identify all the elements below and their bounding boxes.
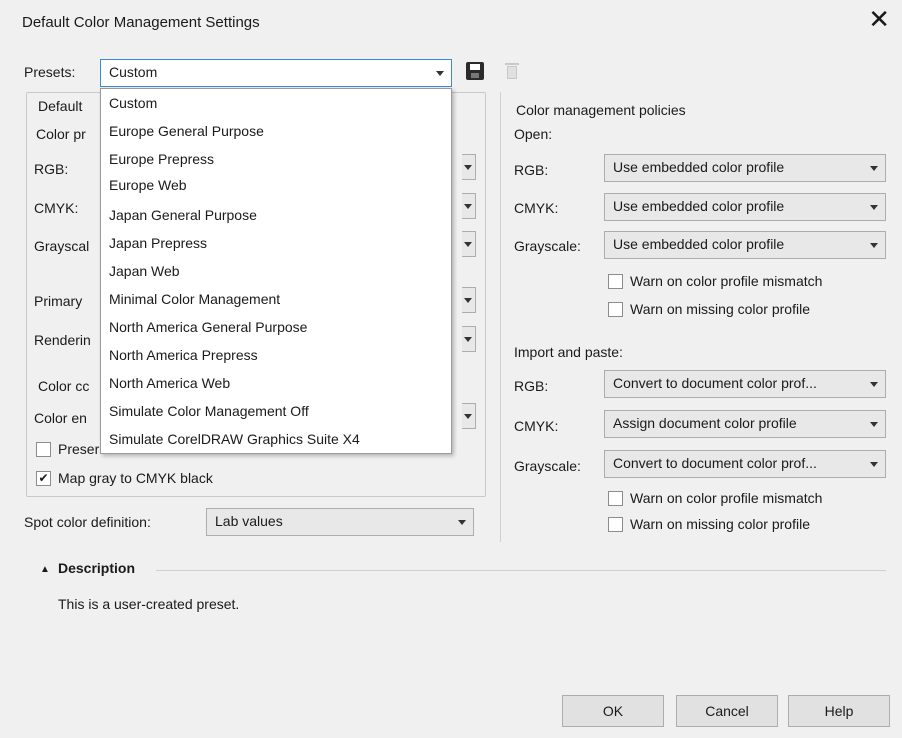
close-icon[interactable]: ✕ [868, 6, 890, 32]
chevron-down-icon [464, 298, 472, 303]
open-grayscale-label: Grayscale: [514, 238, 581, 254]
open-rgb-select[interactable]: Use embedded color profile [604, 154, 886, 182]
cancel-button[interactable]: Cancel [676, 695, 778, 727]
collapse-icon[interactable]: ▲ [40, 564, 50, 575]
chevron-down-icon [870, 205, 878, 210]
open-cmyk-value: Use embedded color profile [613, 198, 785, 214]
import-warn-missing-label: Warn on missing color profile [630, 516, 810, 532]
color-engine-select[interactable] [462, 403, 476, 429]
cmyk-label: CMYK: [34, 200, 79, 216]
import-rgb-label: RGB: [514, 378, 549, 394]
preserve-checkbox[interactable] [36, 442, 51, 457]
spot-color-select[interactable]: Lab values [206, 508, 474, 536]
preset-option[interactable]: Simulate Color Management Off [109, 403, 309, 419]
policies-title: Color management policies [516, 102, 686, 118]
open-label: Open: [514, 126, 553, 142]
color-profiles-label: Color pr [36, 126, 86, 142]
spot-color-value: Lab values [215, 513, 283, 529]
rendering-intent-label: Renderin [34, 332, 91, 348]
open-warn-missing-label: Warn on missing color profile [630, 301, 810, 317]
save-preset-icon[interactable] [466, 62, 484, 80]
map-gray-label: Map gray to CMYK black [58, 470, 213, 486]
preset-option[interactable]: Japan Prepress [109, 235, 207, 251]
preset-option[interactable]: Japan Web [109, 263, 180, 279]
spot-color-label: Spot color definition: [24, 514, 151, 530]
import-warn-mismatch-label: Warn on color profile mismatch [630, 490, 823, 506]
import-grayscale-label: Grayscale: [514, 458, 581, 474]
preset-option[interactable]: Simulate CorelDRAW Graphics Suite X4 [109, 431, 360, 447]
delete-preset-icon[interactable] [504, 62, 520, 80]
default-settings-label: Default [38, 98, 83, 114]
chevron-down-icon [464, 242, 472, 247]
open-rgb-value: Use embedded color profile [613, 159, 785, 175]
description-title: Description [58, 560, 136, 576]
chevron-down-icon [464, 337, 472, 342]
import-cmyk-label: CMYK: [514, 418, 559, 434]
preset-option[interactable]: Europe Web [109, 177, 187, 193]
description-text: This is a user-created preset. [58, 596, 240, 612]
chevron-down-icon [464, 414, 472, 419]
import-cmyk-value: Assign document color profile [613, 415, 797, 431]
grayscale-profile-select[interactable] [462, 231, 476, 257]
import-paste-label: Import and paste: [514, 344, 623, 360]
chevron-down-icon [870, 422, 878, 427]
window-title: Default Color Management Settings [22, 14, 260, 31]
import-warn-missing-checkbox[interactable] [608, 517, 623, 532]
preserve-label: Preser [58, 441, 100, 457]
open-warn-mismatch-label: Warn on color profile mismatch [630, 273, 823, 289]
chevron-down-icon [464, 204, 472, 209]
preset-option[interactable]: North America Prepress [109, 347, 258, 363]
presets-select[interactable]: Custom [100, 59, 452, 87]
chevron-down-icon [870, 166, 878, 171]
description-separator [156, 570, 886, 571]
presets-label: Presets: [24, 64, 76, 80]
color-conversion-label: Color cc [38, 378, 90, 394]
open-rgb-label: RGB: [514, 162, 549, 178]
import-cmyk-select[interactable]: Assign document color profile [604, 410, 886, 438]
grayscale-label: Grayscal [34, 238, 90, 254]
presets-dropdown-list[interactable]: Custom Europe General Purpose Europe Pre… [100, 88, 452, 454]
primary-color-mode-select[interactable] [462, 287, 476, 313]
rgb-label: RGB: [34, 161, 69, 177]
open-cmyk-label: CMYK: [514, 200, 559, 216]
preset-option[interactable]: Japan General Purpose [109, 207, 257, 223]
rendering-intent-select[interactable] [462, 326, 476, 352]
chevron-down-icon [870, 243, 878, 248]
import-grayscale-value: Convert to document color prof... [613, 455, 817, 471]
import-grayscale-select[interactable]: Convert to document color prof... [604, 450, 886, 478]
preset-option[interactable]: Europe Prepress [109, 151, 214, 167]
import-rgb-value: Convert to document color prof... [613, 375, 817, 391]
preset-option[interactable]: Europe General Purpose [109, 123, 264, 139]
preset-option[interactable]: North America General Purpose [109, 319, 307, 335]
presets-select-value: Custom [109, 64, 158, 80]
chevron-down-icon [464, 165, 472, 170]
open-cmyk-select[interactable]: Use embedded color profile [604, 193, 886, 221]
chevron-down-icon [870, 462, 878, 467]
preset-option[interactable]: Custom [109, 95, 157, 111]
open-grayscale-value: Use embedded color profile [613, 236, 785, 252]
import-warn-mismatch-checkbox[interactable] [608, 491, 623, 506]
preset-option[interactable]: North America Web [109, 375, 230, 391]
chevron-down-icon [458, 520, 466, 525]
chevron-down-icon [436, 71, 444, 76]
help-button[interactable]: Help [788, 695, 890, 727]
cmyk-profile-select[interactable] [462, 193, 476, 219]
preset-option[interactable]: Minimal Color Management [109, 291, 280, 307]
primary-color-mode-label: Primary [34, 293, 83, 309]
open-warn-mismatch-checkbox[interactable] [608, 274, 623, 289]
open-warn-missing-checkbox[interactable] [608, 302, 623, 317]
map-gray-checkbox[interactable]: ✔ [36, 471, 51, 486]
open-grayscale-select[interactable]: Use embedded color profile [604, 231, 886, 259]
color-engine-label: Color en [34, 410, 87, 426]
rgb-profile-select[interactable] [462, 154, 476, 180]
ok-button[interactable]: OK [562, 695, 664, 727]
chevron-down-icon [870, 382, 878, 387]
column-divider [500, 92, 501, 542]
import-rgb-select[interactable]: Convert to document color prof... [604, 370, 886, 398]
